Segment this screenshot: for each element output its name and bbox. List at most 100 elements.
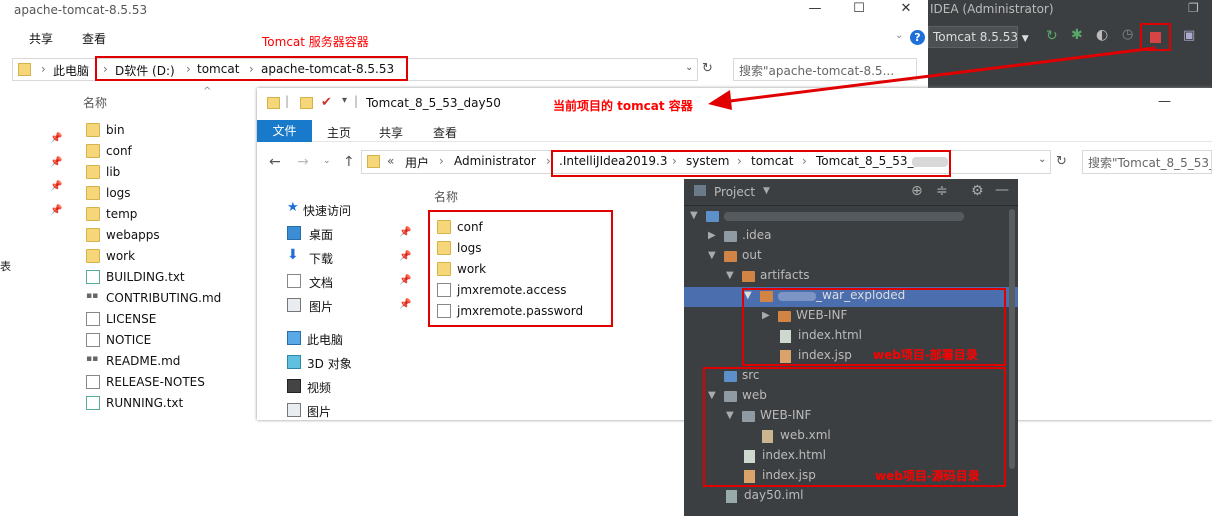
download-icon: ⬇: [287, 247, 299, 263]
folder-icon: [724, 231, 737, 242]
breadcrumb-administrator[interactable]: Administrator: [454, 154, 536, 168]
annotation-source-dir: web项目-源码目录: [875, 469, 980, 483]
project-structure-icon[interactable]: ▣: [1183, 28, 1195, 43]
folder-icon: [367, 155, 380, 168]
pin-icon: 📌: [399, 227, 412, 238]
highlight-box: [428, 210, 613, 327]
search-input[interactable]: 搜索"Tomcat_8_5_53_d: [1082, 150, 1212, 174]
folder-icon: [86, 123, 100, 137]
highlight-box: [95, 56, 408, 81]
folder-icon: [742, 271, 755, 282]
markdown-file-icon: ▪▪: [86, 354, 99, 364]
collapse-icon[interactable]: ≑: [936, 183, 948, 199]
navigation-pane: ★ 快速访问 桌面 📌 ⬇ 下载 📌 文档 📌 图片 📌 此电脑 3D 对象 视频 图片: [287, 200, 412, 419]
refresh-icon[interactable]: ↻: [1056, 154, 1067, 169]
document-icon: [287, 274, 301, 288]
scrollbar[interactable]: [1009, 209, 1015, 469]
breadcrumb-sep-icon: ›: [439, 154, 444, 168]
file-icon: [86, 375, 100, 389]
folder-icon: [86, 186, 100, 200]
file-list: bin conf lib logs temp webapps work BUIL…: [86, 123, 222, 410]
column-header-name[interactable]: 名称: [83, 94, 107, 111]
tree-row-iml[interactable]: day50.iml: [684, 487, 1018, 507]
folder-icon: [267, 97, 280, 109]
column-header-name[interactable]: 名称: [434, 188, 458, 205]
folder-icon: [86, 165, 100, 179]
back-icon[interactable]: ←: [269, 154, 281, 170]
tab-file[interactable]: 文件: [257, 120, 312, 142]
new-folder-icon[interactable]: [300, 97, 313, 109]
ribbon-tabs: 文件 主页 共享 查看: [257, 120, 1212, 142]
annotation-deploy-dir: web项目-部署目录: [873, 348, 978, 362]
separator: |: [285, 94, 290, 108]
highlight-box: [551, 150, 951, 177]
pin-icon: 📌: [50, 133, 63, 144]
minimize-icon[interactable]: —: [798, 0, 832, 20]
markdown-file-icon: ▪▪: [86, 291, 99, 301]
tab-share[interactable]: 共享: [379, 124, 403, 141]
recent-chevron-icon[interactable]: ⌄: [323, 156, 331, 166]
chevron-down-icon[interactable]: ▾: [342, 95, 347, 106]
folder-icon: [86, 144, 100, 158]
pin-icon: 📌: [50, 157, 63, 168]
gear-icon[interactable]: ⚙: [971, 183, 984, 199]
picture-icon: [287, 298, 301, 312]
tree-row-out[interactable]: ▼ out: [684, 247, 1018, 267]
window-title: Tomcat_8_5_53_day50: [366, 96, 501, 110]
dropdown-icon[interactable]: ⌄: [1038, 154, 1046, 165]
annotation-tomcat-container: Tomcat 服务器容器: [262, 35, 369, 49]
restore-icon[interactable]: ❐: [1188, 1, 1199, 15]
video-icon: [287, 379, 301, 393]
iml-file-icon: [726, 490, 737, 503]
project-icon: [694, 185, 706, 196]
project-view-title[interactable]: Project: [714, 185, 755, 199]
arrow-head: [708, 90, 732, 110]
file-icon: [86, 312, 100, 326]
pin-icon: 📌: [399, 251, 412, 262]
text-file-icon: [86, 396, 100, 410]
tree-row-artifacts[interactable]: ▼ artifacts: [684, 267, 1018, 287]
cube-icon: [287, 355, 301, 369]
file-icon: [86, 333, 100, 347]
project-panel: Project ▼ ⊕ ≑ ⚙ — ▼ ▶ .idea ▼ out ▼ arti…: [684, 179, 1018, 516]
forward-icon[interactable]: →: [297, 154, 309, 170]
close-icon[interactable]: ✕: [889, 0, 923, 20]
separator: |: [354, 94, 359, 108]
up-icon[interactable]: ↑: [343, 154, 355, 170]
breadcrumb-users[interactable]: 用户: [405, 154, 429, 171]
text-file-icon: [86, 270, 100, 284]
menu-share[interactable]: 共享: [29, 30, 53, 47]
computer-icon: [287, 331, 301, 345]
maximize-icon[interactable]: ☐: [842, 0, 876, 20]
properties-icon[interactable]: ✔: [321, 95, 332, 110]
star-icon: ★: [287, 200, 299, 215]
annotation-project-tomcat: 当前项目的 tomcat 容器: [553, 99, 693, 113]
title-bar: apache-tomcat-8.5.53 — ☐ ✕: [0, 0, 928, 20]
folder-icon: [86, 228, 100, 242]
breadcrumb-sep-icon: ›: [41, 62, 46, 76]
breadcrumb-this-pc[interactable]: 此电脑: [53, 62, 89, 79]
window-title: apache-tomcat-8.5.53: [14, 3, 148, 17]
desktop-icon: [287, 226, 301, 240]
breadcrumb-overflow[interactable]: «: [387, 154, 394, 168]
sort-icon: ^: [203, 86, 212, 97]
arrow-line: [721, 46, 1156, 104]
folder-icon: [18, 63, 31, 76]
picture-icon: [287, 403, 301, 417]
dropdown-icon[interactable]: ⌄: [685, 62, 693, 73]
pin-icon: 📌: [399, 275, 412, 286]
tab-home[interactable]: 主页: [327, 124, 351, 141]
ide-title: IDEA (Administrator): [930, 2, 1054, 16]
chevron-down-icon[interactable]: ▼: [763, 186, 770, 196]
folder-icon: [724, 251, 737, 262]
tree-row-root[interactable]: ▼: [684, 207, 1018, 227]
tree-row-idea[interactable]: ▶ .idea: [684, 227, 1018, 247]
pin-icon: 📌: [399, 299, 412, 310]
module-icon: [706, 211, 719, 222]
project-panel-header: Project ▼ ⊕ ≑ ⚙ —: [684, 179, 1018, 206]
tab-view[interactable]: 查看: [433, 124, 457, 141]
menu-view[interactable]: 查看: [82, 30, 106, 47]
pin-icon: 📌: [50, 181, 63, 192]
locate-icon[interactable]: ⊕: [911, 183, 923, 199]
hide-icon[interactable]: —: [995, 182, 1009, 198]
